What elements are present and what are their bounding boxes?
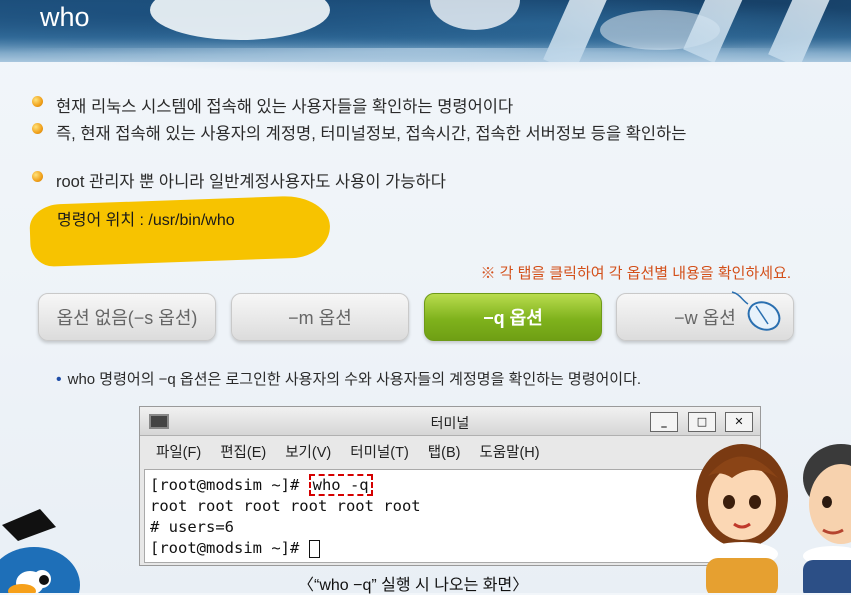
terminal-line: root root root root root root [150,497,421,515]
option-description: • who 명령어의 −q 옵션은 로그인한 사용자의 수와 사용자들의 계정명을… [56,368,641,389]
menu-tabs[interactable]: 탭(B) [428,441,461,462]
bullet-dot-icon [32,123,43,134]
terminal-line: [root@modsim ~]# [150,539,755,560]
girl-character-icon [696,444,788,593]
man-character-icon [803,444,851,593]
prompt: [root@modsim ~]# [150,476,309,494]
banner-edge [0,48,851,74]
menu-help[interactable]: 도움말(H) [479,441,539,462]
bullet-text: root 관리자 뿐 아니라 일반계정사용자도 사용이 가능하다 [56,173,446,191]
bullet-text: 현재 리눅스 시스템에 접속해 있는 사용자들을 확인하는 명령어이다 [56,98,514,116]
terminal-menubar: 파일(F) 편집(E) 보기(V) 터미널(T) 탭(B) 도움말(H) [140,436,760,466]
terminal-titlebar: 터미널 _ □ ✕ [140,407,760,436]
bullet-icon: • [56,371,62,388]
menu-file[interactable]: 파일(F) [156,441,201,462]
maximize-button[interactable]: □ [688,412,716,432]
terminal-screen[interactable]: [root@modsim ~]# who -q root root root r… [144,469,756,563]
penguin-mascot-icon [0,509,80,593]
command-path: 명령어 위치 : /usr/bin/who [57,212,235,229]
highlight-blob-tail [36,232,126,260]
command-highlight: who -q [308,474,373,496]
prompt: [root@modsim ~]# [150,539,309,557]
terminal-window: 터미널 _ □ ✕ 파일(F) 편집(E) 보기(V) 터미널(T) 탭(B) … [139,406,761,566]
page-title: who [40,2,90,32]
menu-view[interactable]: 보기(V) [285,441,331,462]
tab-hint: ※ 각 탭을 클릭하여 각 옵션별 내용을 확인하세요. [480,265,791,282]
terminal-caption: 〈“who −q” 실행 시 나오는 화면〉 [298,577,529,594]
description-text: who 명령어의 −q 옵션은 로그인한 사용자의 수와 사용자들의 계정명을 … [67,371,642,388]
terminal-line: # users=6 [150,518,234,536]
bullet-dot-icon [32,171,43,182]
close-button[interactable]: ✕ [725,412,753,432]
menu-edit[interactable]: 편집(E) [220,441,266,462]
bullet-dot-icon [32,96,43,107]
bullet-text: 즉, 현재 접속해 있는 사용자의 계정명, 터미널정보, 접속시간, 접속한 … [56,125,687,143]
cursor [308,539,320,558]
terminal-line: [root@modsim ~]# who -q [150,474,755,497]
tab-no-option[interactable]: 옵션 없음(−s 옵션) [38,293,216,341]
minimize-button[interactable]: _ [650,412,678,432]
menu-terminal[interactable]: 터미널(T) [350,441,409,462]
tab-q-option[interactable]: −q 옵션 [424,293,602,341]
mouse-pointer-icon [731,291,781,331]
tab-m-option[interactable]: −m 옵션 [231,293,409,341]
